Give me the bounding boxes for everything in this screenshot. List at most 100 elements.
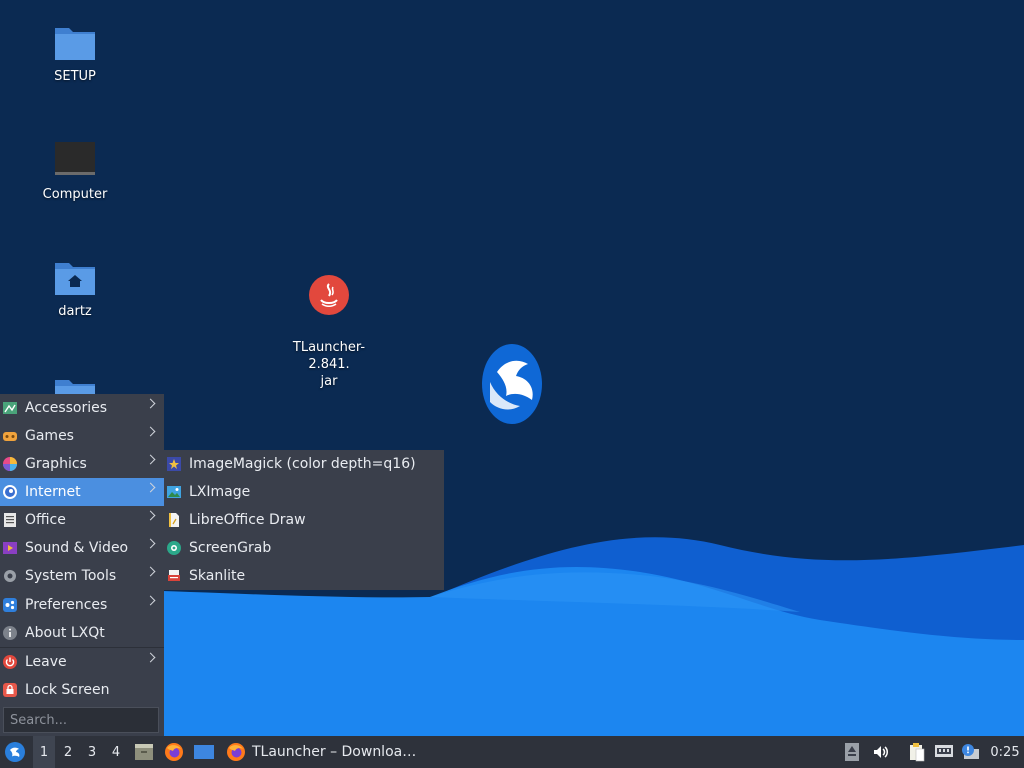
imagemagick-icon — [166, 456, 182, 472]
menu-item-label: Games — [25, 428, 74, 444]
desktop-icon-label: SETUP — [54, 69, 96, 84]
lock-icon — [2, 682, 18, 698]
desktop-icon-label: dartz — [58, 304, 92, 319]
games-icon — [2, 428, 18, 444]
menu-item-label: Leave — [25, 654, 67, 670]
system-tools-icon — [2, 568, 18, 584]
desktop-icon — [194, 745, 214, 759]
desktop-icon-setup[interactable]: SETUP — [20, 22, 130, 85]
chevron-right-icon — [145, 566, 156, 577]
screengrab-icon — [166, 540, 182, 556]
chevron-right-icon — [145, 652, 156, 663]
clock[interactable]: 0:25 — [986, 736, 1024, 768]
folder-icon — [55, 28, 95, 60]
submenu-item-screengrab[interactable]: ScreenGrab — [164, 534, 444, 562]
menu-item-system-tools[interactable]: System Tools — [0, 562, 164, 590]
menu-item-label: Lock Screen — [25, 682, 110, 698]
task-title: TLauncher – Downloa… — [252, 744, 417, 760]
desktop-icon-folder-partial[interactable] — [20, 374, 130, 394]
menu-item-leave[interactable]: Leave — [0, 648, 164, 676]
workspace-4[interactable]: 4 — [105, 736, 127, 768]
desktop-icon-computer[interactable]: Computer — [20, 140, 130, 203]
desktop-icon-label: TLauncher-2.841. jar — [292, 340, 366, 389]
internet-icon — [2, 484, 18, 500]
power-icon — [2, 654, 18, 670]
chevron-right-icon — [145, 510, 156, 521]
accessories-icon — [2, 400, 18, 416]
menu-item-sound-video[interactable]: Sound & Video — [0, 534, 164, 562]
submenu-item-label: LibreOffice Draw — [189, 512, 306, 528]
network-button[interactable] — [933, 736, 955, 768]
search-input[interactable] — [3, 707, 159, 733]
taskbar: 1 2 3 4 TLauncher – Downloa… 0:25 — [0, 736, 1024, 768]
file-manager-launcher[interactable] — [132, 736, 156, 768]
submenu-item-label: ScreenGrab — [189, 540, 272, 556]
internet-submenu: ImageMagick (color depth=q16) LXImage Li… — [164, 450, 444, 590]
file-manager-icon — [135, 744, 153, 760]
submenu-item-skanlite[interactable]: Skanlite — [164, 562, 444, 590]
lubuntu-start-icon — [5, 742, 25, 762]
chevron-right-icon — [145, 426, 156, 437]
submenu-item-lximage[interactable]: LXImage — [164, 478, 444, 506]
eject-icon — [845, 743, 859, 761]
menu-item-label: About LXQt — [25, 625, 105, 641]
notification-icon — [962, 744, 979, 759]
firefox-icon — [165, 743, 183, 761]
libreoffice-draw-icon — [166, 512, 182, 528]
menu-item-label: Sound & Video — [25, 540, 129, 556]
folder-icon — [55, 380, 95, 394]
info-icon — [2, 625, 18, 641]
task-button-tlauncher[interactable]: TLauncher – Downloa… — [222, 736, 422, 768]
firefox-launcher[interactable] — [162, 736, 186, 768]
removable-media-button[interactable] — [842, 736, 862, 768]
desktop-icon-tlauncher[interactable]: TLauncher-2.841. jar — [274, 257, 384, 390]
menu-item-label: Graphics — [25, 456, 87, 472]
desktop-icon-dartz[interactable]: dartz — [20, 257, 130, 320]
network-wired-icon — [935, 745, 953, 757]
menu-item-lock-screen[interactable]: Lock Screen — [0, 676, 164, 704]
workspace-3[interactable]: 3 — [81, 736, 103, 768]
show-desktop-button[interactable] — [192, 736, 216, 768]
office-icon — [2, 512, 18, 528]
volume-button[interactable] — [870, 736, 892, 768]
menu-item-internet[interactable]: Internet — [0, 478, 164, 506]
home-folder-icon — [55, 263, 95, 295]
start-menu: Accessories Games Graphics Internet Offi… — [0, 394, 164, 736]
workspace-2[interactable]: 2 — [57, 736, 79, 768]
submenu-item-label: LXImage — [189, 484, 251, 500]
sound-video-icon — [2, 540, 18, 556]
menu-item-graphics[interactable]: Graphics — [0, 450, 164, 478]
menu-item-label: System Tools — [25, 568, 117, 584]
clipboard-button[interactable] — [906, 736, 928, 768]
desktop-icon-label: Computer — [42, 187, 108, 202]
chevron-right-icon — [145, 398, 156, 409]
java-icon — [309, 275, 349, 315]
graphics-icon — [2, 456, 18, 472]
submenu-item-label: Skanlite — [189, 568, 246, 584]
image-viewer-icon — [166, 484, 182, 500]
chevron-right-icon — [145, 538, 156, 549]
menu-item-label: Accessories — [25, 400, 108, 416]
preferences-icon — [2, 597, 18, 613]
scanner-icon — [166, 568, 182, 584]
submenu-item-imagemagick[interactable]: ImageMagick (color depth=q16) — [164, 450, 444, 478]
computer-icon — [55, 142, 95, 175]
menu-item-accessories[interactable]: Accessories — [0, 394, 164, 422]
firefox-icon — [227, 743, 245, 761]
chevron-right-icon — [145, 454, 156, 465]
chevron-right-icon — [145, 482, 156, 493]
menu-item-games[interactable]: Games — [0, 422, 164, 450]
menu-item-about-lxqt[interactable]: About LXQt — [0, 619, 164, 647]
notification-button[interactable] — [960, 736, 982, 768]
lubuntu-logo — [482, 344, 542, 424]
submenu-item-libreoffice-draw[interactable]: LibreOffice Draw — [164, 506, 444, 534]
menu-item-label: Internet — [25, 484, 81, 500]
clipboard-icon — [910, 743, 925, 762]
menu-item-office[interactable]: Office — [0, 506, 164, 534]
start-menu-button[interactable] — [0, 736, 30, 768]
menu-item-preferences[interactable]: Preferences — [0, 591, 164, 619]
workspace-1[interactable]: 1 — [33, 736, 55, 768]
speaker-icon — [874, 746, 888, 758]
menu-item-label: Office — [25, 512, 66, 528]
chevron-right-icon — [145, 595, 156, 606]
